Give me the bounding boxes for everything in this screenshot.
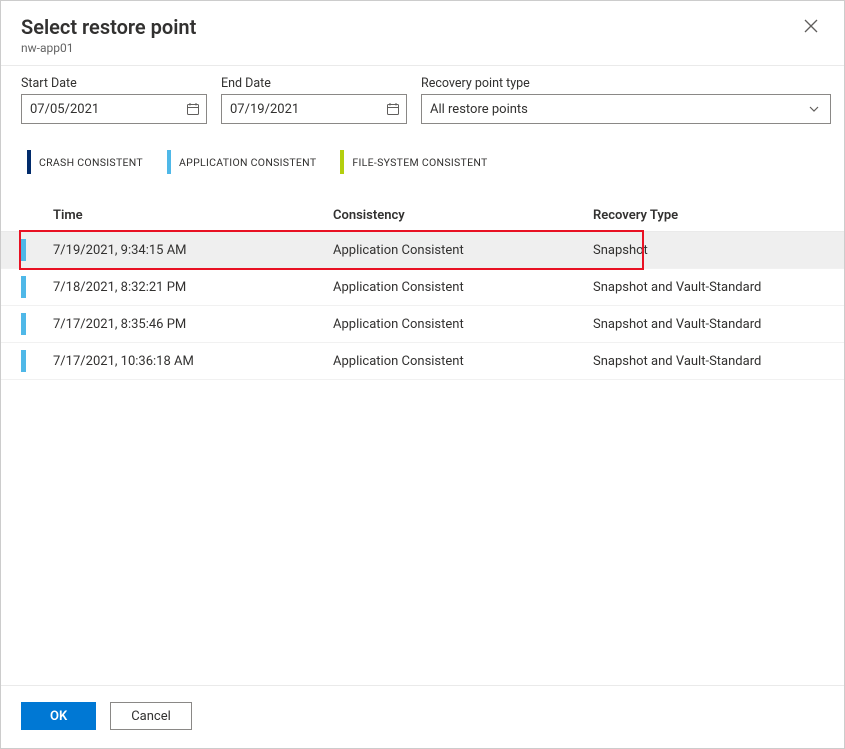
close-icon (804, 20, 818, 37)
table-row[interactable]: 7/18/2021, 8:32:21 PMApplication Consist… (1, 269, 844, 306)
col-recovery-type[interactable]: Recovery Type (593, 208, 844, 223)
dialog-footer: OK Cancel (1, 685, 844, 748)
recovery-type-field: Recovery point type All restore points (421, 76, 831, 124)
legend-application-bar (167, 150, 171, 174)
cancel-button[interactable]: Cancel (110, 702, 192, 730)
consistency-bar (21, 313, 26, 335)
ok-button[interactable]: OK (21, 702, 96, 730)
row-consistency: Application Consistent (333, 280, 593, 295)
row-recovery-type: Snapshot (593, 243, 844, 258)
start-date-field: Start Date (21, 76, 207, 124)
start-date-input[interactable] (21, 94, 207, 124)
legend-crash-bar (27, 150, 31, 174)
dialog-header: Select restore point nw-app01 (1, 1, 844, 66)
col-time[interactable]: Time (53, 208, 333, 223)
row-time: 7/17/2021, 8:35:46 PM (53, 317, 333, 332)
row-consistency: Application Consistent (333, 317, 593, 332)
row-consistency: Application Consistent (333, 243, 593, 258)
table-header: Time Consistency Recovery Type (1, 200, 844, 232)
close-button[interactable] (798, 15, 824, 40)
row-recovery-type: Snapshot and Vault-Standard (593, 280, 844, 295)
start-date-label: Start Date (21, 76, 207, 91)
restore-points-table: Time Consistency Recovery Type 7/19/2021… (1, 200, 844, 685)
end-date-label: End Date (221, 76, 407, 91)
legend-crash-consistent: CRASH CONSISTENT (27, 150, 143, 174)
filters-row: Start Date End Date Recovery point type (1, 66, 844, 130)
dialog-title: Select restore point (21, 15, 196, 39)
end-date-input[interactable] (221, 94, 407, 124)
table-row[interactable]: 7/17/2021, 8:35:46 PMApplication Consist… (1, 306, 844, 343)
row-time: 7/18/2021, 8:32:21 PM (53, 280, 333, 295)
legend: CRASH CONSISTENT APPLICATION CONSISTENT … (1, 130, 844, 200)
resource-name: nw-app01 (21, 41, 196, 55)
table-row[interactable]: 7/19/2021, 9:34:15 AMApplication Consist… (1, 232, 844, 269)
table-row[interactable]: 7/17/2021, 10:36:18 AMApplication Consis… (1, 343, 844, 380)
recovery-type-value: All restore points (430, 102, 528, 117)
row-recovery-type: Snapshot and Vault-Standard (593, 317, 844, 332)
consistency-bar (21, 239, 26, 261)
recovery-type-label: Recovery point type (421, 76, 831, 91)
select-restore-point-dialog: Select restore point nw-app01 Start Date… (0, 0, 845, 749)
row-time: 7/17/2021, 10:36:18 AM (53, 354, 333, 369)
chevron-down-icon (808, 103, 820, 115)
consistency-bar (21, 276, 26, 298)
col-consistency[interactable]: Consistency (333, 208, 593, 223)
end-date-field: End Date (221, 76, 407, 124)
legend-file-bar (340, 150, 344, 174)
recovery-type-select[interactable]: All restore points (421, 94, 831, 124)
row-consistency: Application Consistent (333, 354, 593, 369)
row-time: 7/19/2021, 9:34:15 AM (53, 243, 333, 258)
row-recovery-type: Snapshot and Vault-Standard (593, 354, 844, 369)
legend-file-system-consistent: FILE-SYSTEM CONSISTENT (340, 150, 487, 174)
legend-application-consistent: APPLICATION CONSISTENT (167, 150, 316, 174)
consistency-bar (21, 350, 26, 372)
